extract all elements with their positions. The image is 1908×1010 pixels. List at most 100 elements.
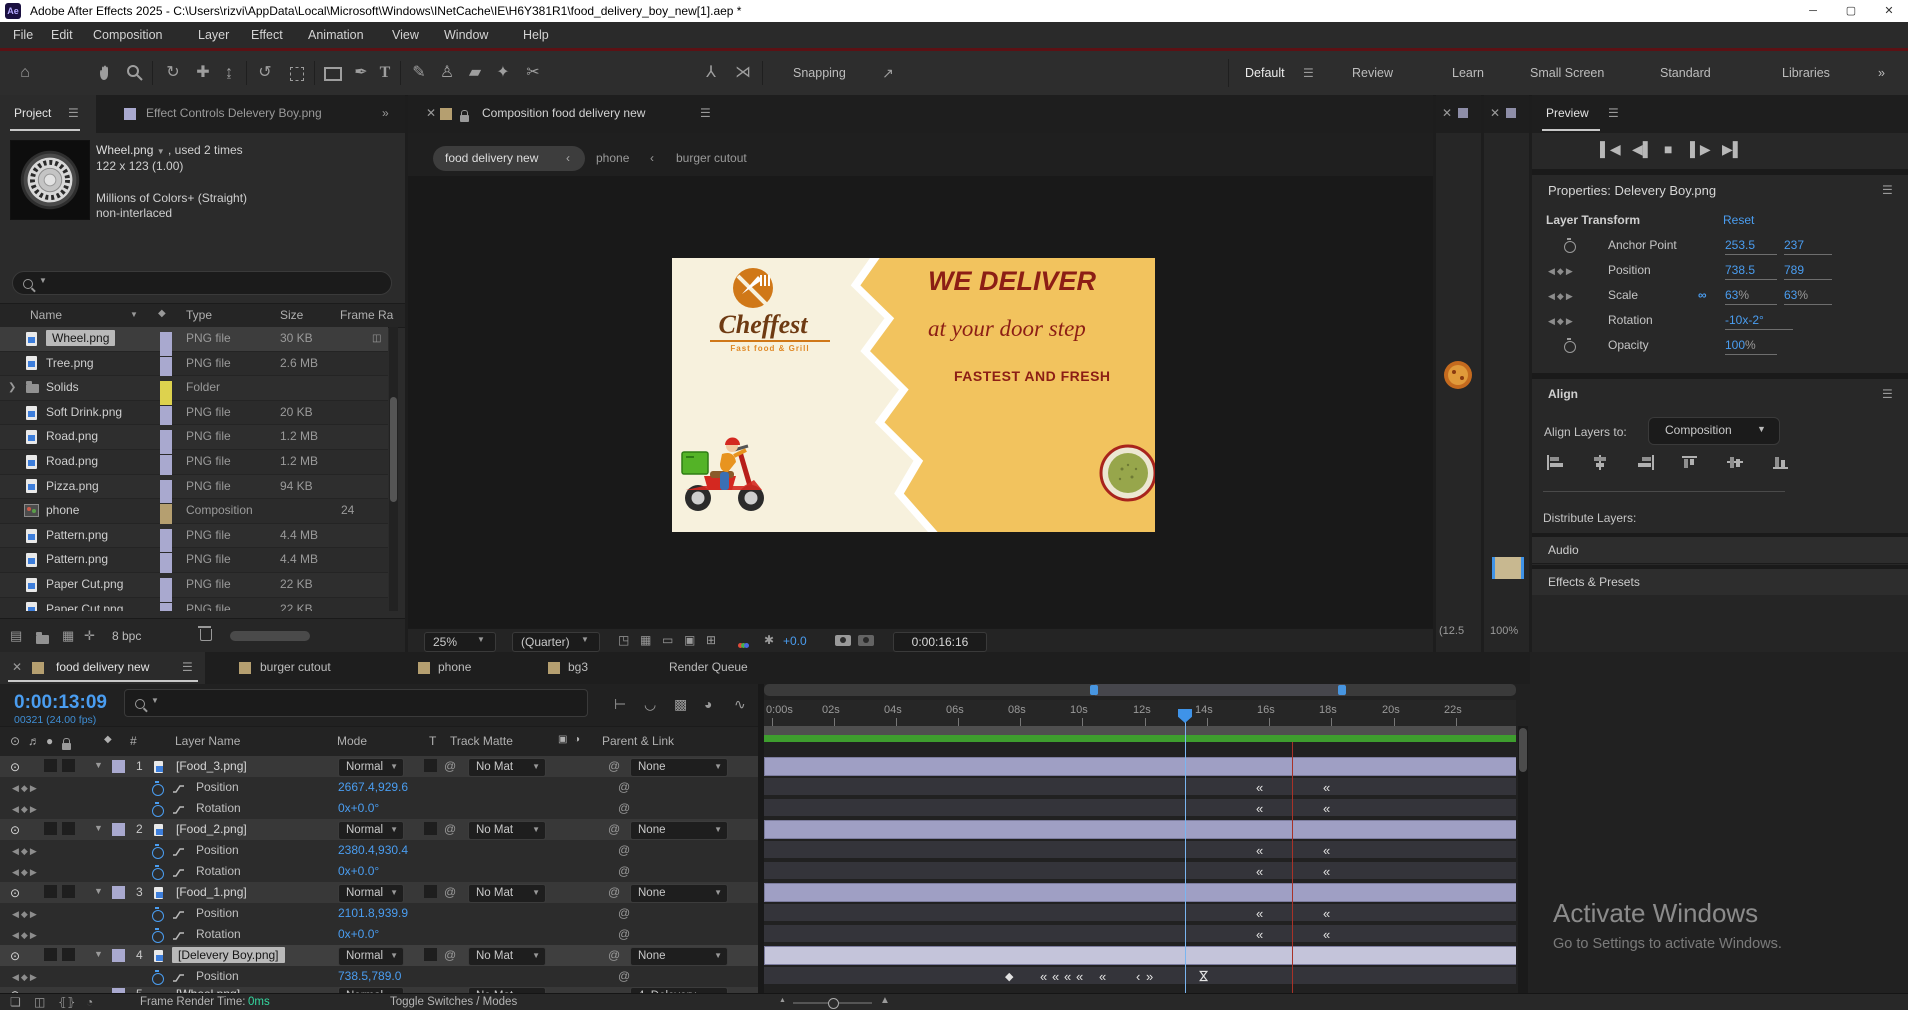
keyframe-icon[interactable]: « xyxy=(1064,970,1071,983)
shy-layers-icon[interactable]: ◡ xyxy=(644,696,656,713)
work-area-start-handle[interactable] xyxy=(1090,685,1098,695)
graph-icon[interactable] xyxy=(172,930,185,944)
workspace-menu-icon[interactable]: ☰ xyxy=(1303,51,1314,95)
align-left-button[interactable] xyxy=(1546,455,1564,473)
stopwatch-icon[interactable] xyxy=(152,864,164,880)
project-row[interactable]: Soft Drink.png PNG file 20 KB xyxy=(0,401,388,430)
graph-icon[interactable] xyxy=(172,804,185,818)
orbit-camera-tool-icon[interactable]: ↻ xyxy=(160,51,186,95)
menu-animation[interactable]: Animation xyxy=(308,22,364,48)
track-matte-dropdown[interactable]: No Mat ▼ xyxy=(468,821,546,840)
layer-row[interactable]: ⊙ ▼ 1 [Food_3.png] Normal ▼ @ No Mat ▼ @ N… xyxy=(0,756,758,779)
project-row[interactable]: Road.png PNG file 1.2 MB xyxy=(0,425,388,454)
property-name[interactable]: Rotation xyxy=(196,864,241,878)
keyframe-icon[interactable]: « xyxy=(1256,928,1263,941)
layer-name[interactable]: [Food_1.png] xyxy=(176,885,247,899)
menu-window[interactable]: Window xyxy=(444,22,488,48)
channel-icon[interactable] xyxy=(738,637,749,651)
brush-tool-icon[interactable]: ✎ xyxy=(406,51,432,95)
last-frame-button[interactable]: ▶▌ xyxy=(1722,141,1743,158)
next-frame-button[interactable]: ▌▶ xyxy=(1690,141,1711,158)
tab-preview[interactable]: Preview xyxy=(1546,106,1589,120)
footage-mini-thumbnail[interactable] xyxy=(1443,360,1473,393)
panel-menu-icon[interactable]: ☰ xyxy=(1882,183,1893,197)
panel-menu-icon[interactable]: ☰ xyxy=(182,660,193,674)
file-name[interactable]: Wheel.png xyxy=(46,330,116,346)
layer-row[interactable]: ⊙ ▼ 2 [Food_2.png] Normal ▼ @ No Mat ▼ @ N… xyxy=(0,819,758,842)
panel-menu-icon[interactable]: ☰ xyxy=(700,106,711,120)
first-frame-button[interactable]: ▌◀ xyxy=(1600,141,1621,158)
project-row[interactable]: Paper Cut.png PNG file 22 KB xyxy=(0,598,388,611)
graph-editor-icon[interactable]: ∿ xyxy=(734,696,746,713)
column-parent-link[interactable]: Parent & Link xyxy=(602,734,674,748)
stopwatch-icon[interactable] xyxy=(152,801,164,817)
menu-file[interactable]: File xyxy=(13,22,33,48)
align-top-button[interactable] xyxy=(1682,455,1700,473)
comp-mini-thumbnail[interactable] xyxy=(1492,557,1524,579)
audio-column-icon[interactable]: ♬ xyxy=(28,734,40,748)
magnification-dropdown[interactable]: 25% ▼ xyxy=(424,632,496,652)
property-value[interactable]: 738.5,789.0 xyxy=(338,969,401,983)
keyframe-navigator[interactable]: ◀◆▶ xyxy=(12,804,39,815)
mask-visibility-icon[interactable]: ▣ xyxy=(684,633,695,647)
keyframe-navigator[interactable]: ◀◆▶ xyxy=(12,783,39,794)
workspace-review[interactable]: Review xyxy=(1352,51,1393,95)
project-row[interactable]: phone Composition 24 xyxy=(0,499,388,528)
layer-row-selected[interactable]: ⊙ ▼ 4 [Delevery Boy.png] Normal ▼ @ No Ma… xyxy=(0,945,758,968)
anchor-y-value[interactable]: 237 xyxy=(1784,238,1832,255)
keyframe-icon[interactable]: « xyxy=(1323,844,1330,857)
show-snapshot-icon[interactable] xyxy=(858,635,874,649)
keyframe-icon[interactable]: « xyxy=(1256,781,1263,794)
interpret-footage-icon[interactable]: ▤ xyxy=(10,628,22,644)
property-row[interactable]: ◀◆▶ Rotation 0x+0.0° @ xyxy=(0,861,758,884)
scale-x-value[interactable]: 63 xyxy=(1725,288,1738,302)
pickwhip-icon[interactable]: @ xyxy=(618,801,630,815)
keyframe-icon[interactable]: « xyxy=(1052,970,1059,983)
file-name[interactable]: Soft Drink.png xyxy=(46,401,122,425)
work-area-end-handle[interactable] xyxy=(1338,685,1346,695)
align-center-vertical-button[interactable] xyxy=(1727,455,1745,473)
property-value[interactable]: 2380.4,930.4 xyxy=(338,843,408,857)
position-y-value[interactable]: 789 xyxy=(1784,263,1832,280)
switch-cell[interactable] xyxy=(44,885,57,898)
new-composition-icon[interactable]: ▦ xyxy=(62,628,74,644)
delete-icon[interactable] xyxy=(198,626,212,644)
keyframe-navigator[interactable]: ◀◆▶ xyxy=(12,867,39,878)
keyframe-icon[interactable]: « xyxy=(1323,928,1330,941)
breadcrumb-grandparent[interactable]: burger cutout xyxy=(676,151,747,165)
text-tool-icon[interactable]: T xyxy=(374,51,396,95)
column-frame-rate[interactable]: Frame Ra xyxy=(340,308,393,322)
workspace-standard[interactable]: Standard xyxy=(1660,51,1711,95)
project-search-input[interactable]: ▼ xyxy=(12,271,392,295)
chevron-down-icon[interactable]: ▼ xyxy=(157,147,165,156)
scrollbar-thumb[interactable] xyxy=(390,397,397,502)
file-name[interactable]: Pizza.png xyxy=(46,475,99,499)
workspace-learn[interactable]: Learn xyxy=(1452,51,1484,95)
maximize-button[interactable]: ▢ xyxy=(1832,0,1870,22)
timeline-search-input[interactable]: ▼ xyxy=(124,689,588,717)
property-value[interactable]: 2667.4,929.6 xyxy=(338,780,408,794)
file-name[interactable]: phone xyxy=(46,499,79,523)
link-icon[interactable]: ∞ xyxy=(1698,288,1707,302)
property-row[interactable]: ◀◆▶ Rotation 0x+0.0° @ xyxy=(0,798,758,821)
menu-effect[interactable]: Effect xyxy=(251,22,283,48)
workspace-libraries[interactable]: Libraries xyxy=(1782,51,1830,95)
chevron-down-icon[interactable]: ▼ xyxy=(94,886,103,896)
project-row[interactable]: Pattern.png PNG file 4.4 MB xyxy=(0,548,388,577)
property-value[interactable]: 0x+0.0° xyxy=(338,864,379,878)
keyframe-navigator[interactable]: ◀◆▶ xyxy=(12,930,39,941)
keyframe-navigator[interactable]: ◀◆▶ xyxy=(1548,291,1575,302)
stopwatch-icon[interactable] xyxy=(152,780,164,796)
color-depth-button[interactable]: 8 bpc xyxy=(112,629,141,643)
close-tab-icon[interactable]: ✕ xyxy=(12,660,22,674)
tab-overflow-icon[interactable]: » xyxy=(382,106,389,120)
timeline-current-time[interactable]: 0:00:13:09 xyxy=(14,692,107,714)
render-queue-tab[interactable]: Render Queue xyxy=(669,660,748,674)
keyframe-navigator[interactable]: ◀◆▶ xyxy=(12,909,39,920)
pickwhip-icon[interactable]: @ xyxy=(618,780,630,794)
parent-pickwhip-icon[interactable]: @ xyxy=(608,759,620,773)
property-value[interactable]: 2101.8,939.9 xyxy=(338,906,408,920)
project-row[interactable]: Pattern.png PNG file 4.4 MB xyxy=(0,523,388,553)
clone-stamp-tool-icon[interactable]: ♙ xyxy=(434,51,460,95)
eye-icon[interactable]: ⊙ xyxy=(10,823,20,837)
